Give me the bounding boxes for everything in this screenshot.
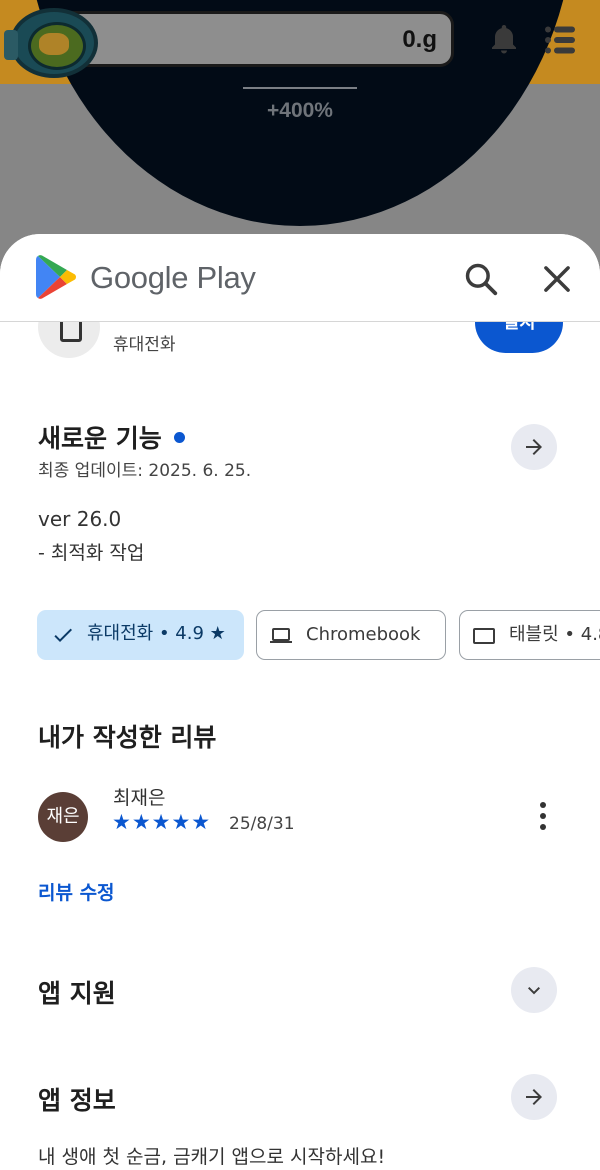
more-vert-icon[interactable] (530, 800, 556, 832)
bell-icon (492, 25, 516, 54)
whats-new-arrow-button[interactable] (511, 424, 557, 470)
chip-chromebook[interactable]: Chromebook (256, 610, 446, 660)
sheet-header: Google Play (0, 234, 600, 322)
arrow-right-icon (526, 439, 542, 455)
search-icon[interactable] (462, 260, 500, 298)
laptop-icon (270, 628, 292, 643)
star-rating: ★★★★★ (112, 810, 212, 834)
gram-value: 0.g (402, 26, 437, 53)
device-label: 휴대전화 (113, 335, 176, 355)
review-date: 25/8/31 (229, 814, 295, 834)
chip-tablet[interactable]: 태블릿 • 4.8 (459, 610, 600, 660)
version-text: ver 26.0 (38, 507, 122, 531)
whats-new-title: 새로운 기능 (38, 424, 162, 453)
app-support-heading: 앱 지원 (38, 979, 116, 1008)
chip-tablet-label: 태블릿 • 4.8 (509, 624, 600, 645)
arrow-right-icon (526, 1089, 542, 1105)
gram-counter: 0.g (58, 11, 454, 67)
chevron-down-icon (528, 987, 540, 995)
app-info-description: 내 생애 첫 순금, 금캐기 앱으로 시작하세요! (38, 1146, 386, 1168)
sheet-content: 휴대전화 설치 새로운 기능 최종 업데이트: 2025. 6. 25. ver… (0, 234, 600, 1170)
app-info-heading: 앱 정보 (38, 1086, 116, 1115)
multiplier-divider (243, 87, 357, 89)
multiplier-text: +400% (267, 99, 333, 122)
version-note: - 최적화 작업 (38, 542, 145, 564)
vault-icon (4, 8, 98, 78)
menu-icon (545, 26, 575, 54)
header-title: Google Play (90, 260, 256, 295)
my-review-heading: 내가 작성한 리뷰 (38, 723, 217, 752)
check-icon (54, 628, 72, 642)
edit-review-link[interactable]: 리뷰 수정 (38, 878, 115, 905)
last-updated: 최종 업데이트: 2025. 6. 25. (38, 461, 252, 481)
close-icon[interactable] (538, 260, 576, 298)
app-support-expand-button[interactable] (511, 967, 557, 1013)
reviewer-name: 최재은 (113, 787, 166, 809)
app-info-arrow-button[interactable] (511, 1074, 557, 1120)
chip-chromebook-label: Chromebook (306, 624, 421, 645)
whats-new-heading: 새로운 기능 (38, 419, 185, 455)
tablet-icon (473, 628, 495, 644)
avatar: 재은 (38, 792, 88, 842)
chip-phone-label: 휴대전화 • 4.9 ★ (87, 623, 226, 644)
google-play-logo-icon (36, 255, 76, 299)
chip-phone[interactable]: 휴대전화 • 4.9 ★ (37, 610, 244, 660)
new-indicator-dot (173, 431, 185, 443)
google-play-sheet: 휴대전화 설치 새로운 기능 최종 업데이트: 2025. 6. 25. ver… (0, 234, 600, 1170)
